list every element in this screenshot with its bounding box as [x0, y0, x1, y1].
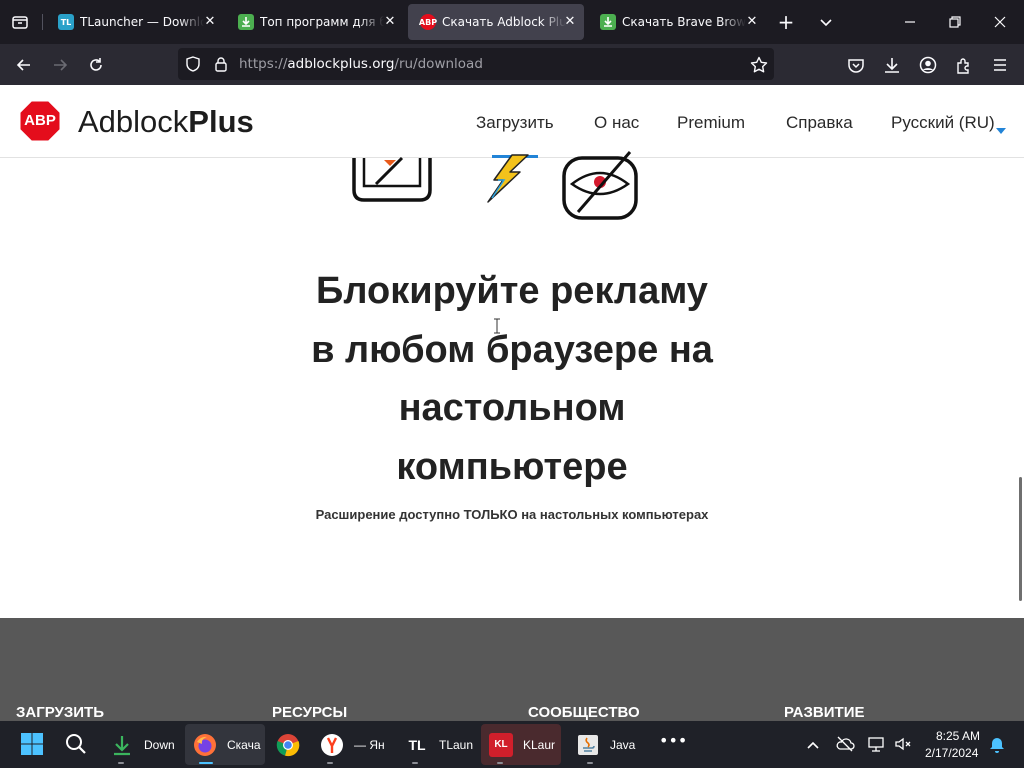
close-icon[interactable]: ✕: [562, 14, 578, 30]
download-icon: [600, 14, 616, 30]
footer-heading-development: РАЗВИТИЕ: [784, 704, 865, 721]
desktop-only-note: Расширение доступно ТОЛЬКО на настольных…: [315, 507, 709, 522]
chevron-down-icon[interactable]: [996, 119, 1006, 138]
running-indicator: [587, 762, 593, 764]
blocked-screen-icon: [352, 156, 432, 202]
close-icon[interactable]: ✕: [382, 14, 398, 30]
taskbar-app-label: Down: [144, 737, 175, 752]
running-indicator: [412, 762, 418, 764]
clock-date[interactable]: 2/17/2024: [925, 746, 978, 760]
close-icon[interactable]: ✕: [744, 14, 760, 30]
close-window-icon[interactable]: [990, 12, 1010, 32]
bookmark-star-icon[interactable]: [749, 55, 769, 75]
taskbar-app-label: — Ян: [354, 737, 385, 752]
start-icon[interactable]: [20, 732, 44, 756]
footer-heading-community: СООБЩЕСТВО: [528, 704, 640, 721]
taskbar-app-klauncher[interactable]: KL KLaur: [481, 724, 561, 765]
restore-icon[interactable]: [945, 12, 965, 32]
url-text[interactable]: https://adblockplus.org/ru/download: [239, 56, 483, 72]
clock-time[interactable]: 8:25 AM: [936, 729, 980, 743]
chrome-icon: [276, 733, 300, 757]
taskbar-app-label: KLaur: [523, 737, 556, 752]
logo-text: ABP: [24, 112, 56, 129]
volume-muted-icon[interactable]: [893, 735, 913, 753]
tlauncher-icon: TL: [408, 736, 426, 753]
download-icon: [238, 14, 254, 30]
taskbar-app-yandex[interactable]: — Ян: [312, 724, 392, 765]
tlauncher-icon: TL: [58, 14, 74, 30]
pocket-icon[interactable]: [846, 55, 866, 75]
shield-icon[interactable]: [184, 55, 202, 73]
nav-download[interactable]: Загрузить: [476, 113, 554, 133]
headline-line: в любом браузере на: [311, 328, 713, 371]
taskbar-app-label: TLaun: [439, 737, 474, 752]
list-all-tabs-icon[interactable]: [816, 12, 836, 32]
downloads-icon[interactable]: [882, 55, 902, 75]
taskbar-app-java[interactable]: Java: [568, 724, 648, 765]
onedrive-offline-icon[interactable]: [835, 735, 855, 753]
tab-title: Скачать Adblock Plus: [442, 15, 566, 29]
running-indicator: [118, 762, 124, 764]
nav-help[interactable]: Справка: [786, 113, 853, 133]
notification-bell-icon[interactable]: [988, 736, 1006, 754]
lock-icon[interactable]: [212, 55, 230, 73]
taskbar-app-tlauncher[interactable]: TL TLaun: [397, 724, 477, 765]
nav-about[interactable]: О нас: [594, 113, 639, 133]
tab-adblock-plus[interactable]: ABP Скачать Adblock Plus ✕: [408, 4, 584, 40]
klauncher-icon: KL: [489, 732, 513, 757]
running-indicator: [327, 762, 333, 764]
headline-line: Блокируйте рекламу: [316, 270, 708, 312]
tab-top-programs[interactable]: Топ программ для бл ✕: [226, 4, 404, 40]
footer-heading-resources: РЕСУРСЫ: [272, 704, 348, 721]
taskbar-app-firefox[interactable]: Скача: [185, 724, 265, 765]
taskbar-app-chrome[interactable]: [268, 724, 310, 765]
back-icon[interactable]: [14, 55, 34, 75]
java-icon: [576, 733, 600, 757]
new-tab-icon[interactable]: +: [776, 12, 796, 32]
minimize-icon[interactable]: [900, 12, 920, 32]
headline-line: настольном: [398, 387, 626, 429]
hero-illustration: [340, 150, 650, 230]
text-cursor-icon: [493, 318, 501, 334]
extensions-icon[interactable]: [954, 55, 974, 75]
headline-line: компьютере: [396, 445, 628, 488]
footer-heading-download: ЗАГРУЗИТЬ: [16, 704, 104, 721]
download-arrow-icon: [110, 733, 134, 757]
tab-tlauncher[interactable]: TL TLauncher — Download ✕: [46, 4, 224, 40]
nav-premium[interactable]: Premium: [677, 113, 745, 133]
abp-icon: ABP: [419, 14, 437, 30]
taskbar-app-downloads[interactable]: Down: [102, 724, 182, 765]
firefox-icon: [193, 733, 217, 757]
tab-title: TLauncher — Download: [80, 15, 204, 29]
yandex-icon: [320, 733, 344, 757]
search-icon[interactable]: [64, 732, 88, 756]
tab-title: Скачать Brave Browser: [622, 15, 746, 29]
brand-name[interactable]: AdblockPlus: [78, 104, 254, 140]
running-indicator: [497, 762, 503, 764]
close-icon[interactable]: ✕: [202, 14, 218, 30]
menu-icon[interactable]: [990, 55, 1010, 75]
tab-separator: [42, 14, 43, 30]
page-scrollbar[interactable]: [1019, 477, 1022, 601]
abp-logo[interactable]: ABP: [19, 100, 61, 142]
lightning-icon: [487, 154, 529, 203]
tab-title: Топ программ для бл: [260, 15, 384, 29]
active-indicator: [199, 762, 213, 764]
taskbar-app-label: Скача: [227, 737, 261, 752]
forward-icon: [50, 55, 70, 75]
reload-icon[interactable]: [86, 55, 106, 75]
page-headline: Блокируйте рекламу в любом браузере на н…: [262, 262, 762, 496]
taskbar-app-label: Java: [610, 737, 636, 752]
chevron-up-icon[interactable]: [805, 737, 821, 751]
network-icon[interactable]: [867, 735, 887, 753]
firefox-view-icon[interactable]: [10, 12, 30, 32]
more-apps-icon[interactable]: •••: [659, 733, 687, 752]
language-selector[interactable]: Русский (RU): [891, 113, 995, 133]
blocked-eye-icon: [562, 151, 638, 220]
account-icon[interactable]: [918, 55, 938, 75]
tab-brave[interactable]: Скачать Brave Browser ✕: [588, 4, 766, 40]
site-footer: [0, 618, 1024, 722]
